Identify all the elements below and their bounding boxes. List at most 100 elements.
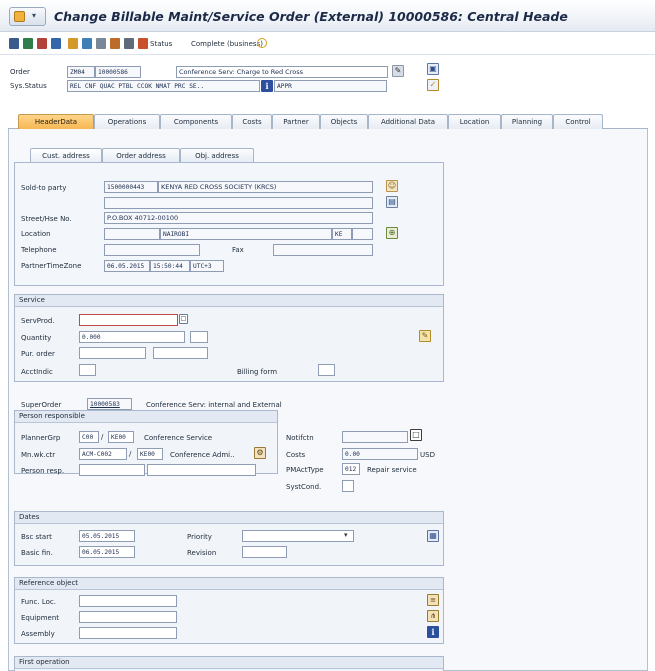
tab-partner[interactable]: Partner (272, 114, 320, 129)
costs-label: Costs (286, 451, 306, 459)
bsc-start-field[interactable]: 05.05.2015 (79, 530, 135, 542)
superorder-number-field[interactable]: 10000583 (87, 398, 132, 410)
dropdown-icon: ▾ (32, 11, 37, 20)
partner-address-icon[interactable]: ▤ (386, 196, 398, 208)
status-info-icon[interactable]: i (261, 80, 273, 92)
status-button[interactable]: Status (150, 40, 172, 48)
priority-label: Priority (187, 533, 212, 541)
partner-person-icon[interactable]: ☺ (386, 180, 398, 192)
document-icon[interactable] (96, 38, 106, 49)
address-detail-icon[interactable]: ⊕ (386, 227, 398, 239)
billing-form-label: Billing form (237, 368, 278, 376)
service-edit-icon[interactable]: ✎ (419, 330, 431, 342)
purorder-field[interactable] (79, 347, 146, 359)
notification-create-icon[interactable]: □ (410, 429, 422, 441)
person-resp-name-field[interactable] (147, 464, 256, 476)
location-region-field (352, 228, 373, 240)
sysstatus-label: Sys.Status (10, 82, 47, 90)
tab-objects[interactable]: Objects (320, 114, 368, 129)
scheduling-icon[interactable]: ▦ (427, 530, 439, 542)
notification-field[interactable] (342, 431, 408, 443)
reference-object-title: Reference object (15, 578, 443, 590)
workcenter-plant-field[interactable]: KE00 (137, 448, 163, 460)
systcond-field[interactable] (342, 480, 354, 492)
planner-plant-field[interactable]: KE00 (108, 431, 134, 443)
systcond-label: SystCond. (286, 483, 322, 491)
servprod-search-icon[interactable]: □ (179, 314, 188, 324)
filter-icon[interactable] (37, 38, 47, 49)
location-city-field: NAIROBI (160, 228, 332, 240)
print-icon[interactable] (124, 38, 134, 49)
sold-to-number-field[interactable]: 1500000443 (104, 181, 158, 193)
order-label: Order (10, 68, 30, 76)
assembly-field[interactable] (79, 627, 177, 639)
subtab-cust-address[interactable]: Cust. address (30, 148, 102, 163)
timezone-label: PartnerTimeZone (21, 262, 82, 270)
subtab-obj-address[interactable]: Obj. address (180, 148, 254, 163)
acctindic-field[interactable] (79, 364, 96, 376)
quantity-unit-field[interactable] (190, 331, 208, 343)
order-print-icon[interactable]: ▣ (427, 63, 439, 75)
clock-icon[interactable] (257, 38, 267, 48)
workcenter-detail-icon[interactable]: ⚙ (254, 447, 266, 459)
sysstatus-field: REL CNF QUAC PTBL CCOK NMAT PRC SE.. (67, 80, 260, 92)
structure-list-icon[interactable]: ≡ (427, 594, 439, 606)
tab-headerdata[interactable]: HeaderData (18, 114, 94, 129)
status-change-icon[interactable]: ✓ (427, 79, 439, 91)
tab-planning[interactable]: Planning (501, 114, 553, 129)
purorder-date-field[interactable] (153, 347, 208, 359)
superorder-description: Conference Serv: internal and External (146, 401, 282, 409)
planner-group-label: PlannerGrp (21, 434, 61, 442)
status-icon[interactable] (138, 38, 148, 49)
quantity-field[interactable]: 0.000 (79, 331, 185, 343)
tab-costs[interactable]: Costs (232, 114, 272, 129)
basic-fin-field[interactable]: 06.05.2015 (79, 546, 135, 558)
funcloc-field[interactable] (79, 595, 177, 607)
person-resp-field[interactable] (79, 464, 145, 476)
tab-control[interactable]: Control (553, 114, 603, 129)
sold-to-label: Sold-to party (21, 184, 67, 192)
structure-icon[interactable] (68, 38, 78, 49)
pmacttype-label: PMActType (286, 466, 324, 474)
assembly-label: Assembly (21, 630, 55, 638)
component-icon[interactable] (82, 38, 92, 49)
street-label: Street/Hse No. (21, 215, 72, 223)
equipment-field[interactable] (79, 611, 177, 623)
priority-select[interactable] (242, 530, 354, 542)
planner-group-field[interactable]: C00 (79, 431, 99, 443)
complete-business-button[interactable]: Complete (business) (191, 40, 263, 48)
revision-field[interactable] (242, 546, 287, 558)
hierarchy-tree-icon[interactable]: ⋔ (427, 610, 439, 622)
billing-form-field[interactable] (318, 364, 335, 376)
hierarchy-icon[interactable] (23, 38, 33, 49)
telephone-field (104, 244, 200, 256)
tz-zone-field: UTC+3 (190, 260, 224, 272)
sold-to-name2-field (104, 197, 373, 209)
long-text-icon[interactable]: ✎ (392, 65, 404, 77)
dates-group-title: Dates (15, 512, 443, 524)
equipment-label: Equipment (21, 614, 59, 622)
pmacttype-description: Repair service (367, 466, 417, 474)
tz-time-field: 15:50:44 (150, 260, 190, 272)
tab-location[interactable]: Location (448, 114, 501, 129)
workcenter-slash: / (129, 450, 132, 458)
object-info-icon[interactable]: i (427, 626, 439, 638)
servprod-field[interactable] (79, 314, 178, 326)
order-description-field[interactable]: Conference Serv: Charge to Red Cross (176, 66, 388, 78)
subtab-order-address[interactable]: Order address (102, 148, 180, 163)
workcenter-field[interactable]: ACM-C002 (79, 448, 127, 460)
flag-icon[interactable] (51, 38, 61, 49)
quantity-label: Quantity (21, 334, 52, 342)
order-type-field: ZM04 (67, 66, 95, 78)
tab-additional-data[interactable]: Additional Data (368, 114, 448, 129)
street-field: P.O.BOX 40712-00100 (104, 212, 373, 224)
priority-dropdown-icon[interactable]: ▾ (344, 531, 348, 539)
display-change-icon[interactable] (9, 38, 19, 49)
pmacttype-field[interactable]: 012 (342, 463, 360, 475)
service-group-title: Service (15, 295, 443, 307)
system-menu-button[interactable]: ▾ (9, 7, 46, 26)
edit-pencil-icon[interactable] (110, 38, 120, 49)
tab-operations[interactable]: Operations (94, 114, 160, 129)
acctindic-label: AcctIndic (21, 368, 53, 376)
tab-components[interactable]: Components (160, 114, 232, 129)
